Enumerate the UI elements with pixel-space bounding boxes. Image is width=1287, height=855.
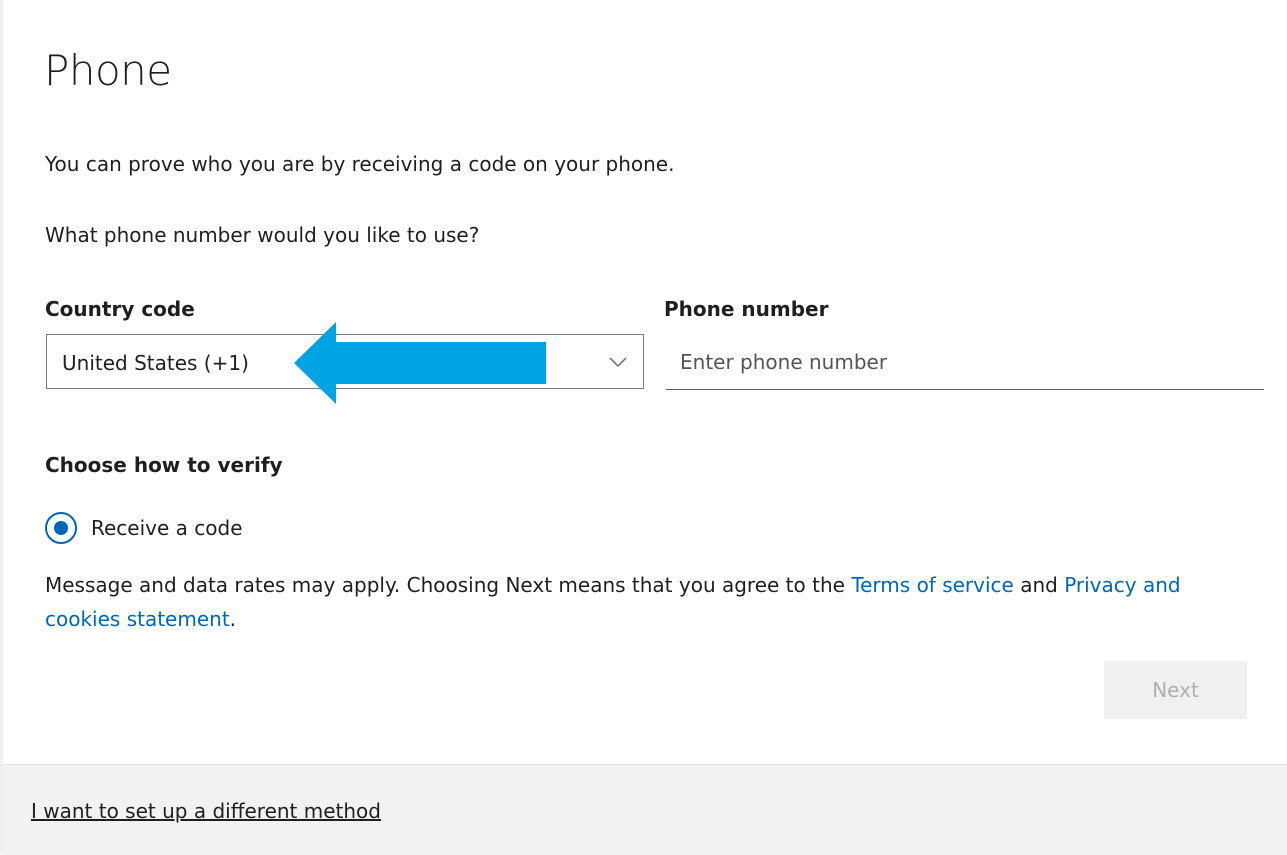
verify-method-label: Choose how to verify bbox=[45, 453, 283, 477]
footer-bar: I want to set up a different method bbox=[3, 764, 1287, 855]
panel-edge bbox=[0, 0, 3, 854]
radio-selected-dot bbox=[54, 521, 68, 535]
page-title: Phone bbox=[44, 46, 172, 95]
intro-text: You can prove who you are by receiving a… bbox=[45, 152, 675, 176]
phone-number-input[interactable] bbox=[666, 334, 1264, 390]
country-code-label: Country code bbox=[45, 297, 195, 321]
radio-label: Receive a code bbox=[91, 516, 243, 540]
terms-text: Message and data rates may apply. Choosi… bbox=[45, 573, 852, 597]
question-text: What phone number would you like to use? bbox=[45, 223, 480, 247]
terms-of-service-link[interactable]: Terms of service bbox=[851, 573, 1014, 597]
chevron-down-icon bbox=[609, 357, 627, 368]
country-code-value: United States (+1) bbox=[62, 351, 249, 375]
terms-and: and bbox=[1013, 573, 1065, 597]
receive-code-radio-option[interactable]: Receive a code bbox=[45, 510, 243, 546]
phone-number-label: Phone number bbox=[664, 297, 829, 321]
different-method-link[interactable]: I want to set up a different method bbox=[31, 799, 381, 823]
terms-notice: Message and data rates may apply. Choosi… bbox=[45, 568, 1245, 636]
phone-setup-panel: Phone You can prove who you are by recei… bbox=[0, 0, 1287, 855]
radio-button[interactable] bbox=[45, 512, 77, 544]
terms-period: . bbox=[229, 607, 237, 631]
next-button[interactable]: Next bbox=[1104, 661, 1247, 719]
left-arrow-icon bbox=[294, 322, 546, 404]
